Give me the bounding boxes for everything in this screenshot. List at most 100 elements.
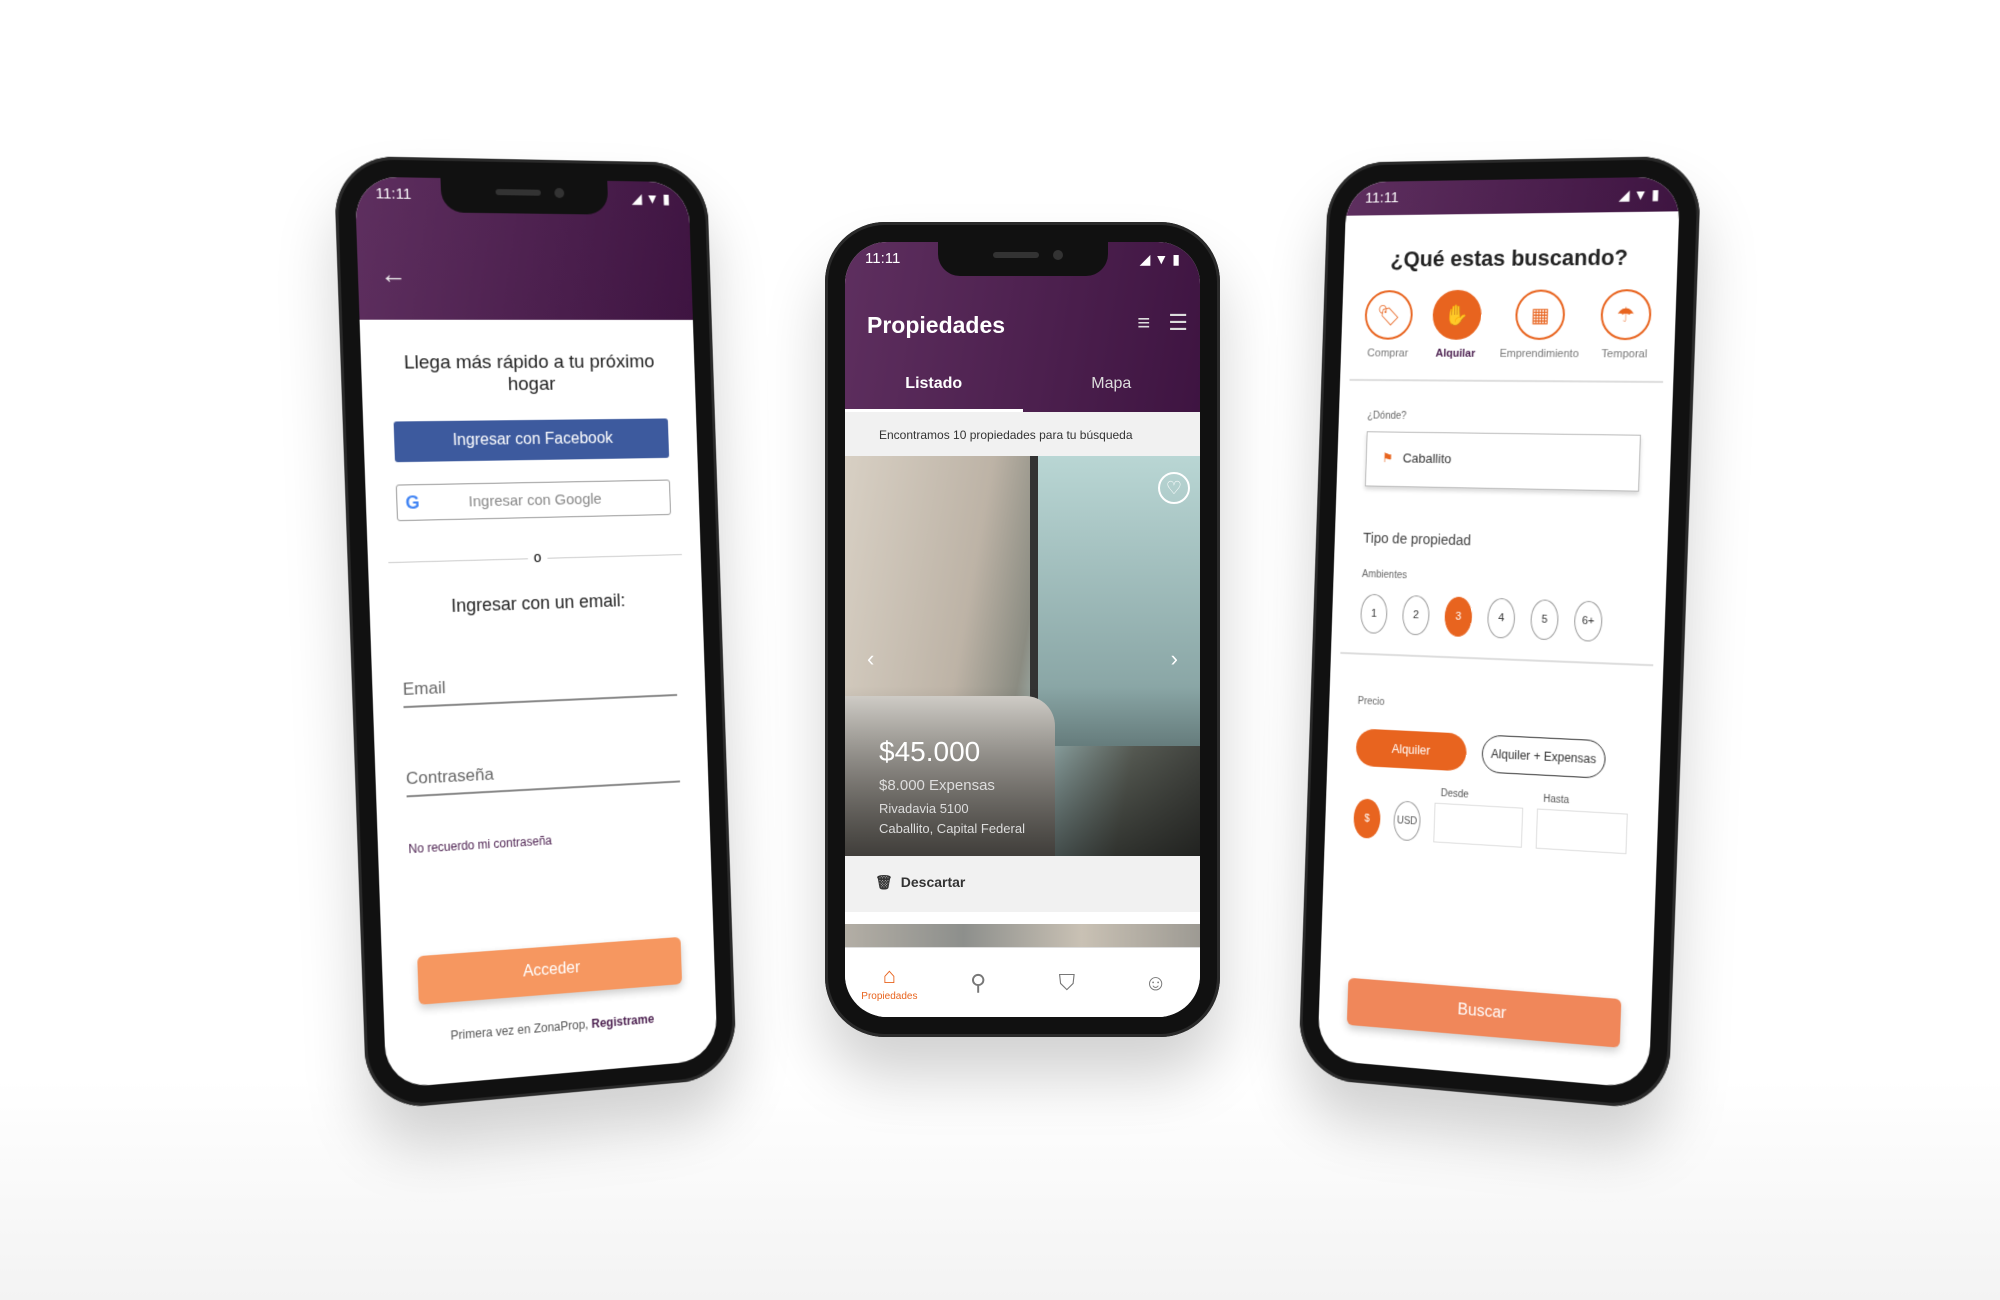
price-alquiler-button[interactable]: Alquiler <box>1355 728 1467 772</box>
battery-icon: ▮ <box>1651 185 1660 203</box>
section-divider <box>1349 378 1664 383</box>
back-arrow-icon[interactable]: ← <box>380 259 407 291</box>
rooms-label: Ambientes <box>1361 569 1408 582</box>
google-login-button[interactable]: G Ingresar con Google <box>395 479 672 522</box>
op-comprar[interactable]: 🏷 Comprar <box>1364 290 1414 359</box>
wifi-icon: ▼ <box>1154 251 1169 267</box>
nav-search[interactable]: ⚲ <box>934 948 1023 1017</box>
tab-mapa[interactable]: Mapa <box>1023 361 1201 412</box>
section-divider <box>1340 651 1654 667</box>
room-option-1[interactable]: 1 <box>1359 593 1388 635</box>
property-price: $45.000 <box>879 736 981 767</box>
price-from-input[interactable] <box>1433 802 1524 848</box>
currency-ars-button[interactable]: $ <box>1353 798 1381 840</box>
phone-search: 11:11 ◢ ▼ ▮ ¿Qué estas buscando? 🏷 Comprar… <box>1297 155 1702 1112</box>
register-link[interactable]: Registrame <box>591 1012 654 1031</box>
room-option-3[interactable]: 3 <box>1444 596 1473 638</box>
acceder-button[interactable]: Acceder <box>417 936 683 1005</box>
login-body: Llega más rápido a tu próximo hogar Ingr… <box>360 320 711 883</box>
or-divider: o <box>388 548 682 566</box>
password-field[interactable]: Contraseña <box>405 754 681 798</box>
op-temporal[interactable]: ☂ Temporal <box>1599 289 1652 360</box>
register-text: Primera vez en ZonaProp, Registrame <box>384 1007 716 1048</box>
header-actions: ≡ ☰ <box>1137 310 1188 336</box>
listing-tabs: Listado Mapa <box>845 361 1200 412</box>
filter-icon[interactable]: ☰ <box>1168 310 1188 336</box>
nav-profile[interactable]: ☺ <box>1111 948 1200 1017</box>
location-pin-icon: ⚑ <box>1381 450 1394 466</box>
wifi-icon: ▼ <box>1633 186 1648 203</box>
status-icons: ◢ ▼ ▮ <box>1618 185 1659 204</box>
op-emprendimiento-label: Emprendimiento <box>1499 347 1579 361</box>
property-location: Caballito, Capital Federal <box>879 821 1025 836</box>
chevron-left-icon[interactable]: ‹ <box>867 646 874 672</box>
google-login-label: Ingresar con Google <box>468 490 602 510</box>
user-icon: ☺ <box>1144 969 1167 995</box>
status-time: 11:11 <box>1364 189 1399 207</box>
op-temporal-label: Temporal <box>1601 348 1648 361</box>
umbrella-icon: ☂ <box>1599 289 1652 341</box>
price-label: Precio <box>1357 695 1385 708</box>
price-type-options: Alquiler Alquiler + Expensas <box>1355 728 1631 780</box>
phone-login: 11:11 ◢ ▼ ▮ ← Llega más rápido a tu próxim… <box>333 155 738 1112</box>
currency-usd-button[interactable]: USD <box>1392 800 1422 842</box>
forgot-password-link[interactable]: No recuerdo mi contraseña <box>408 826 682 856</box>
where-label: ¿Dónde? <box>1367 410 1407 422</box>
status-time: 11:11 <box>865 250 901 267</box>
where-input[interactable]: ⚑ Caballito <box>1364 431 1641 492</box>
shield-icon: ⛉ <box>1058 969 1076 995</box>
room-option-6-plus[interactable]: 6+ <box>1573 600 1603 642</box>
chevron-right-icon[interactable]: › <box>1171 646 1178 672</box>
price-to-field[interactable]: Hasta <box>1535 793 1629 855</box>
status-bar: 11:11 ◢ ▼ ▮ <box>845 242 1200 276</box>
buscar-button[interactable]: Buscar <box>1346 977 1622 1048</box>
discard-label: Descartar <box>900 874 966 890</box>
hand-key-icon: ✋ <box>1431 289 1482 340</box>
wifi-icon: ▼ <box>645 190 660 207</box>
trash-icon: 🗑 <box>875 874 893 890</box>
floor-background <box>0 1080 2000 1300</box>
email-section-title: Ingresar con un email: <box>450 590 626 616</box>
status-icons: ◢ ▼ ▮ <box>1140 250 1180 268</box>
search-icon: ⚲ <box>970 969 987 995</box>
where-value: Caballito <box>1402 450 1452 467</box>
room-option-2[interactable]: 2 <box>1401 595 1431 636</box>
battery-icon: ▮ <box>662 190 671 207</box>
search-title: ¿Qué estas buscando? <box>1390 244 1629 272</box>
room-option-4[interactable]: 4 <box>1486 597 1516 639</box>
listing-screen: 11:11 ◢ ▼ ▮ Propiedades ≡ ☰ Listado Mapa E… <box>845 242 1200 1017</box>
price-alquiler-expensas-button[interactable]: Alquiler + Expensas <box>1481 734 1607 779</box>
signal-icon: ◢ <box>1618 186 1630 203</box>
property-type-selector[interactable]: Tipo de propiedad <box>1363 530 1668 554</box>
op-alquilar[interactable]: ✋ Alquilar <box>1431 289 1482 360</box>
sort-icon[interactable]: ≡ <box>1137 310 1150 336</box>
discard-button[interactable]: 🗑 Descartar <box>845 856 1200 912</box>
battery-icon: ▮ <box>1172 250 1180 267</box>
price-to-input[interactable] <box>1535 808 1628 855</box>
operation-options: 🏷 Comprar ✋ Alquilar ▦ Emprendimiento ☂ … <box>1341 289 1677 361</box>
nav-shield[interactable]: ⛉ <box>1023 948 1112 1017</box>
facebook-login-button[interactable]: Ingresar con Facebook <box>393 418 670 463</box>
building-icon: ▦ <box>1514 289 1566 340</box>
login-screen: 11:11 ◢ ▼ ▮ ← Llega más rápido a tu próxim… <box>354 176 718 1089</box>
signal-icon: ◢ <box>1139 250 1151 267</box>
price-from-label: Desde <box>1440 788 1469 801</box>
favorite-heart-icon[interactable]: ♡ <box>1158 472 1190 504</box>
nav-propiedades-label: Propiedades <box>861 991 918 1002</box>
phone-listing: 11:11 ◢ ▼ ▮ Propiedades ≡ ☰ Listado Mapa E… <box>825 222 1220 1037</box>
email-field[interactable]: Email <box>402 668 678 709</box>
property-card-photo[interactable]: ♡ ‹ › $45.000 $8.000 Expensas Rivadavia … <box>845 456 1200 856</box>
register-prompt: Primera vez en ZonaProp, <box>450 1017 589 1043</box>
op-emprendimiento[interactable]: ▦ Emprendimiento <box>1499 289 1581 360</box>
op-alquilar-label: Alquilar <box>1435 347 1476 360</box>
tab-listado[interactable]: Listado <box>845 361 1023 412</box>
home-icon: ⌂ <box>882 963 897 988</box>
status-icons: ◢ ▼ ▮ <box>631 189 670 207</box>
search-screen: 11:11 ◢ ▼ ▮ ¿Qué estas buscando? 🏷 Comprar… <box>1317 176 1681 1089</box>
room-option-5[interactable]: 5 <box>1529 599 1560 641</box>
nav-propiedades[interactable]: ⌂ Propiedades <box>845 948 934 1017</box>
property-address: Rivadavia 5100 <box>879 801 969 816</box>
or-text: o <box>527 548 548 566</box>
result-count-text: Encontramos 10 propiedades para tu búsqu… <box>845 412 1200 456</box>
price-from-field[interactable]: Desde <box>1433 788 1524 848</box>
